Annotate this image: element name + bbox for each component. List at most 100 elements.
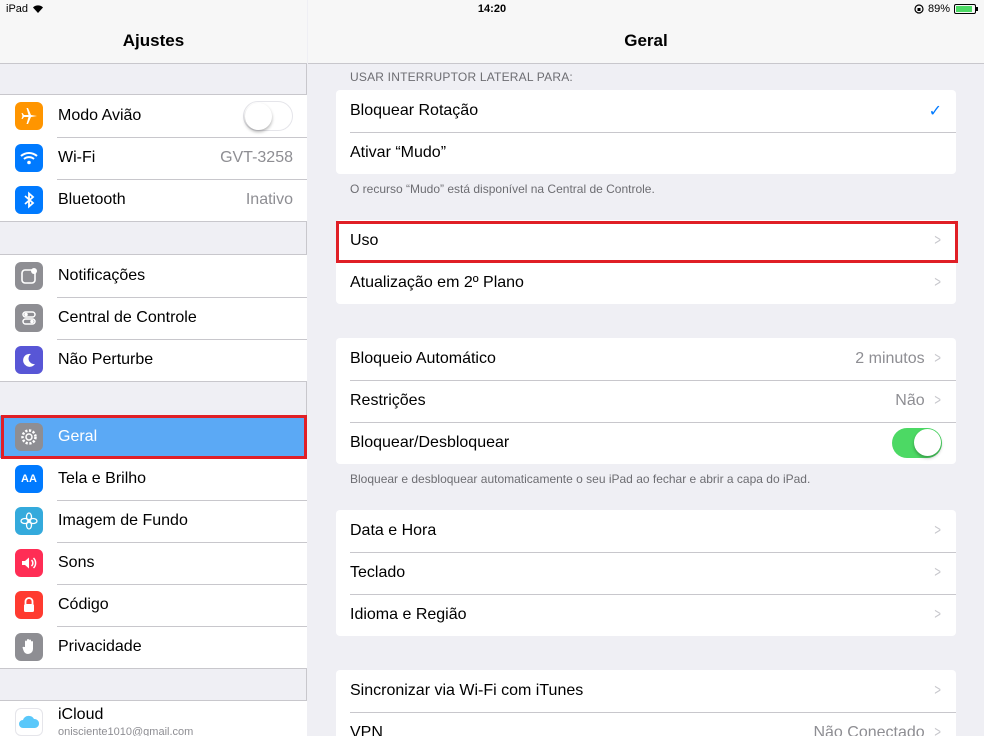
row-value: Não Conectado [813, 724, 925, 736]
sidebar-item-nao-perturbe[interactable]: Não Perturbe [0, 339, 307, 381]
sidebar-item-tela-e-brilho[interactable]: AA Tela e Brilho [0, 458, 307, 500]
toggle-knob [245, 103, 272, 130]
date-keyboard-group: Data e Hora > Teclado > Idioma e Região … [336, 510, 956, 636]
sidebar-item-modo-aviao[interactable]: Modo Avião [0, 95, 307, 137]
status-right: 89% [914, 3, 978, 15]
row-label: Bloquear Rotação [350, 102, 479, 119]
sidebar-item-wifi[interactable]: Wi-Fi GVT-3258 [0, 137, 307, 179]
sidebar-group-accounts: iCloud onisciente1010@gmail.com [0, 700, 307, 736]
airplane-icon [15, 102, 43, 130]
sidebar-group-notifications: Notificações Central de Controle Não Per… [0, 254, 307, 382]
chevron-right-icon: > [934, 724, 941, 736]
sidebar-item-codigo[interactable]: Código [0, 584, 307, 626]
notifications-icon [15, 262, 43, 290]
sidebar-item-central-de-controle[interactable]: Central de Controle [0, 297, 307, 339]
sidebar-item-label: Código [58, 596, 109, 613]
section-footer-mute: O recurso “Mudo” está disponível na Cent… [350, 182, 655, 196]
sincronizar-itunes-row[interactable]: Sincronizar via Wi-Fi com iTunes > [336, 670, 956, 712]
lock-group: Bloqueio Automático 2 minutos > Restriçõ… [336, 338, 956, 464]
section-footer-lock: Bloquear e desbloquear automaticamente o… [350, 472, 811, 486]
sidebar-item-label: Não Perturbe [58, 351, 154, 368]
chevron-right-icon: > [934, 350, 941, 367]
orientation-lock-icon [914, 4, 924, 14]
gear-icon [15, 423, 43, 451]
bloquear-rotacao-row[interactable]: Bloquear Rotação ✓ [336, 90, 956, 132]
uso-row[interactable]: Uso > [336, 220, 956, 262]
row-label: Atualização em 2º Plano [350, 274, 524, 291]
sidebar-title: Ajustes [122, 31, 185, 50]
status-bar: iPad 14:20 89% [0, 0, 984, 20]
bloquear-desbloquear-row: Bloquear/Desbloquear [336, 422, 956, 464]
atualizacao-segundo-plano-row[interactable]: Atualização em 2º Plano > [336, 262, 956, 304]
sidebar-item-geral[interactable]: Geral [0, 416, 307, 458]
cloud-icon [15, 708, 43, 736]
sidebar-item-label: Geral [58, 428, 98, 445]
lock-icon [15, 591, 43, 619]
sidebar-item-notificacoes[interactable]: Notificações [0, 255, 307, 297]
sidebar-item-label: Central de Controle [58, 309, 197, 326]
row-value: Não [895, 392, 925, 409]
usage-group: Uso > Atualização em 2º Plano > [336, 220, 956, 304]
hand-icon [15, 633, 43, 661]
sidebar-item-label: Modo Avião [58, 107, 142, 124]
sidebar-group-general: Geral AA Tela e Brilho Imagem de Fundo S… [0, 415, 307, 669]
detail-title: Geral [624, 31, 668, 50]
sidebar-item-sons[interactable]: Sons [0, 542, 307, 584]
battery-fill [956, 6, 973, 12]
bluetooth-icon [15, 186, 43, 214]
chevron-right-icon: > [934, 232, 941, 249]
settings-sidebar: Ajustes Modo Avião Wi-Fi GVT-3258 Blueto… [0, 0, 307, 736]
row-label: Teclado [350, 564, 406, 581]
row-label: Uso [350, 232, 379, 249]
sidebar-item-label: Privacidade [58, 638, 142, 655]
sidebar-item-privacidade[interactable]: Privacidade [0, 626, 307, 668]
lock-unlock-toggle[interactable] [892, 428, 942, 458]
teclado-row[interactable]: Teclado > [336, 552, 956, 594]
vpn-row[interactable]: VPN Não Conectado > [336, 712, 956, 736]
row-label: Idioma e Região [350, 606, 467, 623]
row-label: VPN [350, 724, 383, 736]
section-header-side-switch: USAR INTERRUPTOR LATERAL PARA: [350, 70, 573, 84]
sidebar-item-label: Notificações [58, 267, 146, 284]
row-value: 2 minutos [855, 350, 925, 367]
battery-percent: 89% [927, 3, 950, 15]
row-label: Ativar “Mudo” [350, 144, 447, 161]
side-switch-group: Bloquear Rotação ✓ Ativar “Mudo” [336, 90, 956, 174]
speaker-icon [15, 549, 43, 577]
sidebar-group-connectivity: Modo Avião Wi-Fi GVT-3258 Bluetooth Inat… [0, 94, 307, 222]
battery-icon [954, 4, 978, 14]
flower-icon [15, 507, 43, 535]
sidebar-item-imagem-de-fundo[interactable]: Imagem de Fundo [0, 500, 307, 542]
sidebar-item-label: Bluetooth [58, 191, 126, 208]
status-time: 14:20 [477, 3, 507, 15]
sync-vpn-group: Sincronizar via Wi-Fi com iTunes > VPN N… [336, 670, 956, 736]
data-e-hora-row[interactable]: Data e Hora > [336, 510, 956, 552]
bloqueio-automatico-row[interactable]: Bloqueio Automático 2 minutos > [336, 338, 956, 380]
toggle-knob [914, 429, 941, 456]
airplane-mode-toggle[interactable] [243, 101, 293, 131]
sidebar-item-label: iCloud [58, 706, 104, 723]
sidebar-item-icloud[interactable]: iCloud onisciente1010@gmail.com [0, 701, 307, 736]
chevron-right-icon: > [934, 522, 941, 539]
idioma-e-regiao-row[interactable]: Idioma e Região > [336, 594, 956, 636]
bluetooth-status-value: Inativo [245, 191, 293, 208]
ativar-mudo-row[interactable]: Ativar “Mudo” [336, 132, 956, 174]
icloud-text: iCloud onisciente1010@gmail.com [58, 706, 193, 736]
row-label: Restrições [350, 392, 426, 409]
row-label: Bloquear/Desbloquear [350, 434, 510, 451]
sidebar-item-label: Tela e Brilho [58, 470, 147, 487]
checkmark-icon: ✓ [928, 103, 942, 120]
wifi-icon [15, 144, 43, 172]
chevron-right-icon: > [934, 606, 941, 623]
restricoes-row[interactable]: Restrições Não > [336, 380, 956, 422]
detail-pane: Geral USAR INTERRUPTOR LATERAL PARA: Blo… [308, 0, 984, 736]
sidebar-item-bluetooth[interactable]: Bluetooth Inativo [0, 179, 307, 221]
chevron-right-icon: > [934, 274, 941, 291]
chevron-right-icon: > [934, 682, 941, 699]
chevron-right-icon: > [934, 564, 941, 581]
control-center-icon [15, 304, 43, 332]
row-label: Sincronizar via Wi-Fi com iTunes [350, 682, 584, 699]
wifi-network-value: GVT-3258 [220, 149, 293, 166]
row-label: Bloqueio Automático [350, 350, 496, 367]
sidebar-item-label: Imagem de Fundo [58, 512, 188, 529]
